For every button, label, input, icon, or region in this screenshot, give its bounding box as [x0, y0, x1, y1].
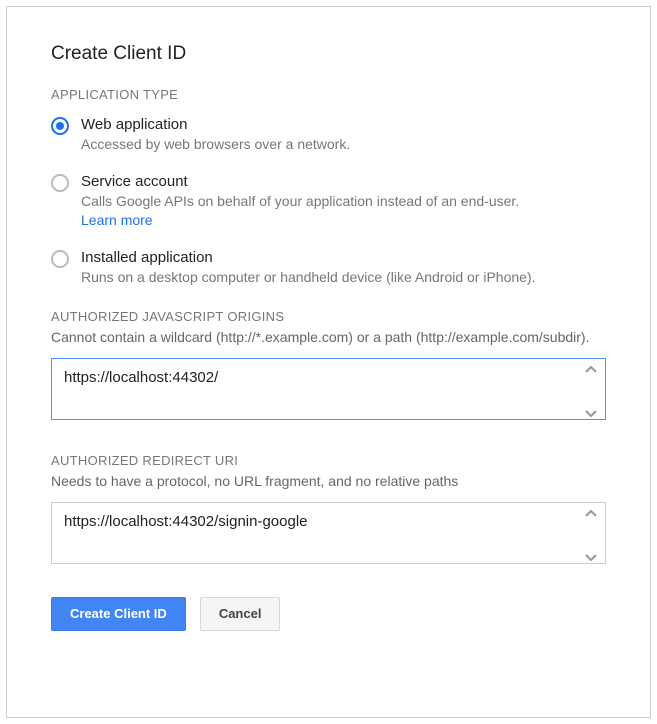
js-origins-input[interactable] — [51, 358, 606, 420]
chevron-up-icon — [584, 364, 598, 374]
radio-service-account[interactable]: Service account Calls Google APIs on beh… — [51, 173, 606, 231]
create-client-id-button[interactable]: Create Client ID — [51, 597, 186, 631]
dialog-title: Create Client ID — [51, 43, 606, 65]
application-type-label: APPLICATION TYPE — [51, 87, 606, 102]
chevron-down-icon — [584, 553, 598, 563]
learn-more-link[interactable]: Learn more — [81, 212, 153, 228]
radio-label: Installed application — [81, 249, 606, 266]
radio-description: Runs on a desktop computer or handheld d… — [81, 268, 606, 288]
create-client-id-dialog: Create Client ID APPLICATION TYPE Web ap… — [6, 6, 651, 718]
redirect-uri-label: AUTHORIZED REDIRECT URI — [51, 453, 606, 468]
chevron-up-icon — [584, 508, 598, 518]
radio-label: Service account — [81, 173, 606, 190]
application-type-group: Web application Accessed by web browsers… — [51, 116, 606, 287]
js-origins-help: Cannot contain a wildcard (http://*.exam… — [51, 328, 606, 348]
redirect-uri-help: Needs to have a protocol, no URL fragmen… — [51, 472, 606, 492]
radio-unselected-icon — [51, 250, 69, 268]
chevron-down-icon — [584, 409, 598, 419]
redirect-uri-section: AUTHORIZED REDIRECT URI Needs to have a … — [51, 453, 606, 569]
js-origins-label: AUTHORIZED JAVASCRIPT ORIGINS — [51, 309, 606, 324]
js-origins-section: AUTHORIZED JAVASCRIPT ORIGINS Cannot con… — [51, 309, 606, 425]
cancel-button[interactable]: Cancel — [200, 597, 281, 631]
radio-web-application[interactable]: Web application Accessed by web browsers… — [51, 116, 606, 155]
spinner-control[interactable] — [584, 508, 600, 563]
button-row: Create Client ID Cancel — [51, 597, 606, 631]
spinner-control[interactable] — [584, 364, 600, 419]
radio-description: Accessed by web browsers over a network. — [81, 135, 606, 155]
redirect-uri-input[interactable] — [51, 502, 606, 564]
radio-label: Web application — [81, 116, 606, 133]
radio-description: Calls Google APIs on behalf of your appl… — [81, 192, 606, 231]
radio-selected-icon — [51, 117, 69, 135]
radio-unselected-icon — [51, 174, 69, 192]
radio-installed-application[interactable]: Installed application Runs on a desktop … — [51, 249, 606, 288]
